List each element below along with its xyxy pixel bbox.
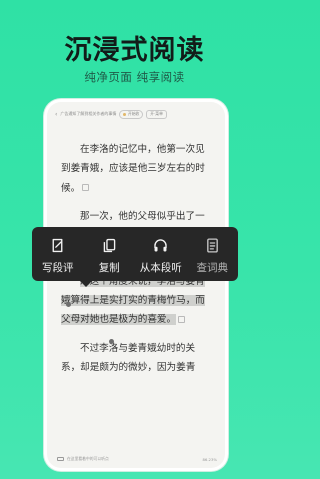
edit-icon	[52, 238, 63, 253]
headphones-icon	[154, 239, 167, 252]
dictionary-label: 查词典	[196, 262, 229, 274]
write-comment-button[interactable]: 写段评	[32, 227, 84, 281]
dictionary-icon	[206, 238, 218, 253]
menu-pill-button[interactable]: 开·菜单	[146, 109, 167, 119]
back-icon[interactable]: ‹	[55, 111, 57, 118]
menu-pill-label: 开·菜单	[150, 111, 163, 116]
top-caption: 广告通知了解到相关作者的事情	[60, 111, 117, 116]
listen-from-paragraph-button[interactable]: 从本段听	[135, 227, 187, 281]
selection-end-handle[interactable]	[109, 338, 114, 344]
selection-start-handle[interactable]	[66, 301, 71, 307]
copy-icon	[103, 238, 116, 253]
paragraph-text: 不过李洛与姜青娥幼时的关系，却是颇为的微妙，因为姜青	[61, 342, 196, 373]
copy-button[interactable]: 复制	[84, 227, 136, 281]
paragraph[interactable]: 在李洛的记忆中，他第一次见到姜青娥，应该是他三岁左右的时候。	[61, 140, 207, 198]
selection-popup-menu: 写段评 复制 从本段听 查词典	[32, 227, 239, 287]
reader-top-bar: ‹ 广告通知了解到相关作者的事情 开始收 开·菜单	[55, 108, 219, 120]
bottom-left-text: 在这里看着中的可以听点	[67, 456, 109, 461]
paragraph-comment-icon[interactable]	[178, 315, 186, 323]
reader-screen: ‹ 广告通知了解到相关作者的事情 开始收 开·菜单 在李洛的记忆中，他第一次见到…	[47, 102, 225, 468]
promo-subtitle: 纯净页面 纯享阅读	[84, 70, 185, 84]
phone-mockup: ‹ 广告通知了解到相关作者的事情 开始收 开·菜单 在李洛的记忆中，他第一次见到…	[44, 99, 228, 471]
promo-title: 沉浸式阅读	[64, 35, 205, 66]
write-comment-label: 写段评	[42, 262, 74, 274]
reading-progress: 86.23%	[202, 456, 217, 462]
listen-pill-label: 开始收	[127, 111, 140, 116]
dictionary-button[interactable]: 查词典	[187, 227, 239, 281]
listen-label: 从本段听	[139, 262, 182, 274]
reader-bottom-bar: 在这里看着中的可以听点 86.23%	[57, 454, 217, 464]
listen-pill-button[interactable]: 开始收	[119, 109, 144, 119]
coin-icon	[123, 112, 127, 116]
paragraph-comment-icon[interactable]	[82, 184, 90, 192]
paragraph[interactable]: 不过李洛与姜青娥幼时的关系，却是颇为的微妙，因为姜青	[61, 339, 207, 378]
copy-label: 复制	[98, 262, 120, 274]
battery-icon	[57, 457, 64, 461]
